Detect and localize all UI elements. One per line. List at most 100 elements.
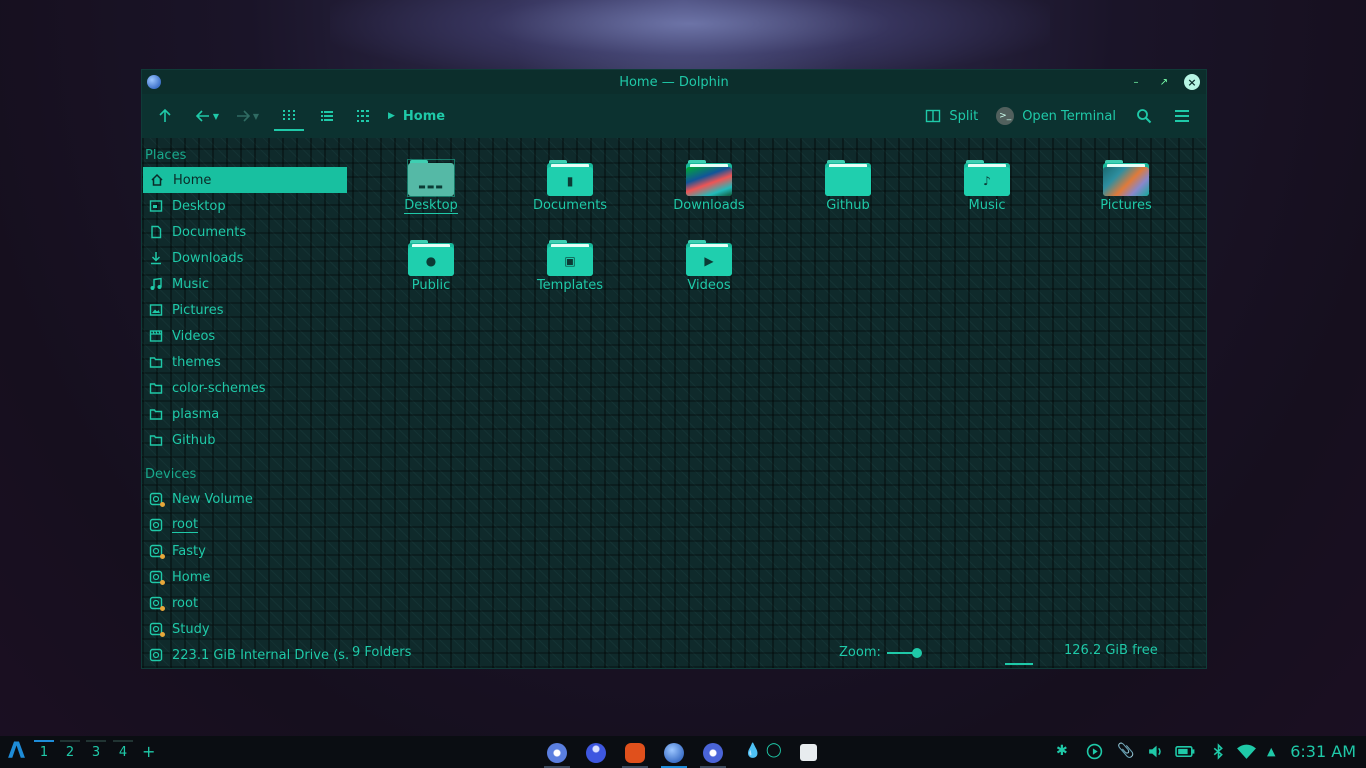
- folder-pictures[interactable]: Pictures: [1076, 160, 1176, 213]
- folder-count: 9 Folders: [352, 645, 412, 660]
- battery-icon[interactable]: [1175, 743, 1196, 764]
- place-videos[interactable]: Videos: [142, 323, 348, 349]
- app-2-icon[interactable]: [586, 743, 606, 763]
- tray-expand-icon[interactable]: ▲: [1267, 745, 1275, 758]
- folder-github-icon: [825, 160, 871, 196]
- music-note-icon: [150, 277, 162, 290]
- hamburger-menu-icon: [1175, 110, 1189, 122]
- app-5-icon[interactable]: [703, 743, 723, 763]
- place-documents[interactable]: Documents: [142, 219, 348, 245]
- device-internal-drive[interactable]: 223.1 GiB Internal Drive (s...: [142, 642, 348, 668]
- folder-pictures-icon: [1103, 160, 1149, 196]
- folder-documents[interactable]: ▮ Documents: [520, 160, 620, 213]
- folder-music[interactable]: ♪ Music: [937, 160, 1037, 213]
- droplet-icon[interactable]: 💧: [744, 743, 761, 759]
- maximize-button[interactable]: ↗: [1156, 74, 1172, 90]
- virtual-desktop-3[interactable]: 3: [86, 736, 106, 768]
- open-terminal-button[interactable]: >_ Open Terminal: [996, 107, 1116, 125]
- search-icon: [1137, 109, 1152, 124]
- device-root-2[interactable]: root: [142, 590, 348, 616]
- taskbar: Λ 1 2 3 4 + 💧 ◯ ✱ 📎 ▲ 6:31 AM: [0, 736, 1366, 768]
- place-desktop[interactable]: Desktop: [142, 193, 348, 219]
- breadcrumb[interactable]: ▶ Home: [388, 109, 445, 124]
- folder-public[interactable]: ● Public: [381, 240, 481, 293]
- circle-app-icon[interactable]: ◯: [766, 742, 782, 758]
- drive-icon: [149, 596, 165, 611]
- device-label: New Volume: [172, 491, 253, 507]
- folder-desktop[interactable]: ▬▬▬ Desktop: [381, 159, 481, 214]
- device-label: 223.1 GiB Internal Drive (s...: [172, 647, 348, 663]
- folder-label: Downloads: [673, 198, 745, 213]
- folder-templates-icon: ▣: [547, 240, 593, 276]
- arrow-left-icon: [195, 110, 209, 122]
- virtual-desktop-1[interactable]: 1: [34, 736, 54, 768]
- place-github[interactable]: Github: [142, 427, 348, 453]
- drive-icon: [149, 518, 163, 532]
- place-music[interactable]: Music: [142, 271, 348, 297]
- up-button[interactable]: [152, 101, 178, 131]
- device-label: Study: [172, 621, 210, 637]
- folder-templates[interactable]: ▣ Templates: [520, 240, 620, 293]
- zoom-slider-handle[interactable]: [911, 647, 922, 658]
- place-home[interactable]: Home: [143, 167, 347, 193]
- dolphin-app-icon[interactable]: [147, 75, 161, 89]
- free-space: 126.2 GiB free: [1064, 643, 1158, 658]
- minimize-button[interactable]: –: [1128, 74, 1144, 90]
- place-pictures[interactable]: Pictures: [142, 297, 348, 323]
- media-play-icon[interactable]: [1086, 743, 1103, 764]
- icons-view-button[interactable]: [274, 101, 304, 131]
- content-area: Places Home Desktop Documents Downloads …: [142, 138, 1206, 668]
- breadcrumb-home[interactable]: Home: [403, 109, 445, 124]
- back-button[interactable]: ▼: [190, 101, 224, 131]
- forward-button[interactable]: ▼: [230, 101, 264, 131]
- app-launcher-icon[interactable]: Λ: [8, 741, 25, 763]
- split-button[interactable]: Split: [925, 108, 978, 124]
- device-label: Home: [172, 569, 211, 585]
- folder-github[interactable]: Github: [798, 160, 898, 213]
- folder-downloads[interactable]: Downloads: [659, 160, 759, 213]
- device-root[interactable]: root: [142, 512, 348, 538]
- video-icon: [149, 330, 163, 342]
- compact-view-button[interactable]: [348, 101, 378, 131]
- add-desktop-button[interactable]: +: [142, 742, 155, 761]
- folder-label: Desktop: [404, 198, 458, 214]
- icon-view[interactable]: ▬▬▬ Desktop ▮ Documents Downloads Github…: [348, 138, 1206, 668]
- virtual-desktop-4[interactable]: 4: [113, 736, 133, 768]
- device-new-volume[interactable]: New Volume: [142, 486, 348, 512]
- paperclip-icon[interactable]: 📎: [1117, 743, 1134, 759]
- space-usage-bar: [1005, 663, 1033, 665]
- flame-icon[interactable]: ✱: [1056, 743, 1068, 759]
- split-view-icon: [926, 109, 941, 123]
- zoom-slider[interactable]: [886, 647, 922, 658]
- search-button[interactable]: [1134, 101, 1154, 131]
- home-icon: [151, 173, 163, 186]
- place-downloads[interactable]: Downloads: [142, 245, 348, 271]
- terminal-icon: >_: [996, 107, 1015, 125]
- volume-icon[interactable]: [1147, 743, 1164, 764]
- clock[interactable]: 6:31 AM: [1290, 742, 1356, 761]
- dolphin-taskbar-icon[interactable]: [664, 743, 684, 763]
- folder-music-icon: ♪: [964, 160, 1010, 196]
- titlebar[interactable]: Home — Dolphin – ↗ ×: [142, 70, 1206, 94]
- app-1-icon[interactable]: [547, 743, 567, 763]
- menu-button[interactable]: [1172, 101, 1192, 131]
- compact-grid-icon: [357, 110, 369, 122]
- place-themes[interactable]: themes: [142, 349, 348, 375]
- virtual-desktop-2[interactable]: 2: [60, 736, 80, 768]
- wifi-icon[interactable]: [1236, 743, 1257, 764]
- devices-header: Devices: [145, 467, 197, 482]
- places-panel: Places Home Desktop Documents Downloads …: [142, 138, 348, 668]
- folder-videos[interactable]: ▶ Videos: [659, 240, 759, 293]
- toolbar: ▼ ▼ ▶ Home Split >_ Open Terminal: [142, 94, 1206, 138]
- brave-browser-icon[interactable]: [625, 743, 645, 763]
- place-plasma[interactable]: plasma: [142, 401, 348, 427]
- details-view-button[interactable]: [312, 101, 342, 131]
- device-study[interactable]: Study: [142, 616, 348, 642]
- bluetooth-icon[interactable]: [1210, 743, 1227, 764]
- notes-app-icon[interactable]: [800, 744, 817, 761]
- device-home[interactable]: Home: [142, 564, 348, 590]
- close-button[interactable]: ×: [1184, 74, 1200, 90]
- device-fasty[interactable]: Fasty: [142, 538, 348, 564]
- place-color-schemes[interactable]: color-schemes: [142, 375, 348, 401]
- zoom-control[interactable]: Zoom:: [839, 645, 922, 660]
